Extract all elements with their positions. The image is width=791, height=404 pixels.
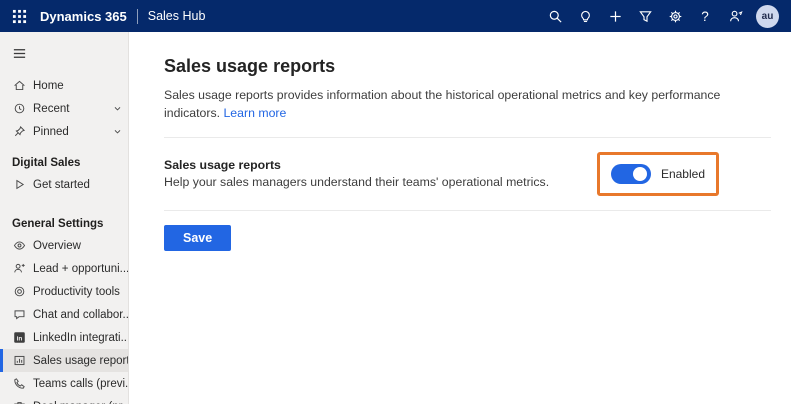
divider	[164, 137, 771, 138]
eye-icon	[12, 239, 26, 253]
sidebar-item-label: Deal manager (pr...	[33, 401, 129, 404]
report-box-icon	[12, 354, 26, 368]
search-icon[interactable]	[540, 0, 570, 32]
target-icon	[12, 285, 26, 299]
app-name[interactable]: Sales Hub	[148, 9, 206, 23]
setting-label: Sales usage reports	[164, 158, 549, 172]
sidebar-item-recent[interactable]: Recent	[0, 97, 128, 120]
filter-icon[interactable]	[630, 0, 660, 32]
sidebar-item-deal-manager[interactable]: Deal manager (pr...	[0, 395, 128, 404]
toggle-knob	[633, 167, 647, 181]
settings-main-panel: Sales usage reports Sales usage reports …	[129, 32, 791, 404]
topbar-divider	[137, 9, 138, 24]
sidebar-item-label: Teams calls (previ...	[33, 378, 129, 390]
setting-subtitle: Help your sales managers understand thei…	[164, 175, 549, 189]
sales-usage-reports-toggle[interactable]	[611, 164, 651, 184]
chevron-down-icon	[113, 104, 122, 113]
play-icon	[12, 178, 26, 192]
toggle-state-label: Enabled	[661, 167, 705, 181]
sidebar-item-pinned[interactable]: Pinned	[0, 120, 128, 143]
page-title: Sales usage reports	[164, 56, 771, 77]
home-icon	[12, 79, 26, 93]
sidebar-item-label: Chat and collabor...	[33, 309, 129, 321]
hamburger-menu-icon[interactable]	[0, 38, 128, 68]
sidebar-item-label: Sales usage reports	[33, 355, 129, 367]
sidebar-item-label: Get started	[33, 179, 90, 191]
sidebar-item-label: Recent	[33, 103, 69, 115]
pin-icon	[12, 125, 26, 139]
sales-usage-reports-setting-row: Sales usage reports Help your sales mana…	[164, 152, 771, 196]
sidebar-item-productivity-tools[interactable]: Productivity tools	[0, 280, 128, 303]
sidebar-item-label: Pinned	[33, 126, 69, 138]
user-avatar[interactable]: au	[756, 5, 779, 28]
sidebar-item-label: Home	[33, 80, 64, 92]
feedback-person-icon[interactable]	[720, 0, 750, 32]
phone-icon	[12, 377, 26, 391]
save-button[interactable]: Save	[164, 225, 231, 251]
site-map-sidebar: Home Recent Pinned	[0, 32, 129, 404]
briefcase-icon	[12, 400, 26, 404]
app-launcher-icon[interactable]	[2, 0, 36, 32]
sidebar-item-teams-calls[interactable]: Teams calls (previ...	[0, 372, 128, 395]
sidebar-item-label: Productivity tools	[33, 286, 120, 298]
chat-bubble-icon	[12, 308, 26, 322]
sidebar-item-home[interactable]: Home	[0, 74, 128, 97]
sidebar-item-linkedin[interactable]: in LinkedIn integrati...	[0, 326, 128, 349]
sidebar-item-overview[interactable]: Overview	[0, 234, 128, 257]
svg-text:in: in	[16, 335, 22, 342]
orange-highlight-box: Enabled	[597, 152, 719, 196]
lightbulb-icon[interactable]	[570, 0, 600, 32]
help-icon[interactable]: ?	[690, 0, 720, 32]
sidebar-item-label: LinkedIn integrati...	[33, 332, 129, 344]
sidebar-item-label: Overview	[33, 240, 81, 252]
sidebar-item-chat-collaborate[interactable]: Chat and collabor...	[0, 303, 128, 326]
sidebar-group-digital-sales: Digital Sales	[0, 153, 128, 173]
lead-person-icon	[12, 262, 26, 276]
chevron-down-icon	[113, 127, 122, 136]
divider	[164, 210, 771, 211]
top-nav-bar: Dynamics 365 Sales Hub	[0, 0, 791, 32]
sidebar-item-lead-opportunity[interactable]: Lead + opportuni...	[0, 257, 128, 280]
clock-icon	[12, 102, 26, 116]
sidebar-item-label: Lead + opportuni...	[33, 263, 129, 275]
sidebar-group-general-settings: General Settings	[0, 214, 128, 234]
gear-icon[interactable]	[660, 0, 690, 32]
brand-dynamics365[interactable]: Dynamics 365	[40, 9, 127, 24]
sidebar-item-sales-usage-reports[interactable]: Sales usage reports	[0, 349, 128, 372]
linkedin-icon: in	[12, 331, 26, 345]
page-description: Sales usage reports provides information…	[164, 86, 760, 123]
sidebar-item-get-started[interactable]: Get started	[0, 173, 128, 196]
add-icon[interactable]	[600, 0, 630, 32]
learn-more-link[interactable]: Learn more	[223, 106, 286, 120]
